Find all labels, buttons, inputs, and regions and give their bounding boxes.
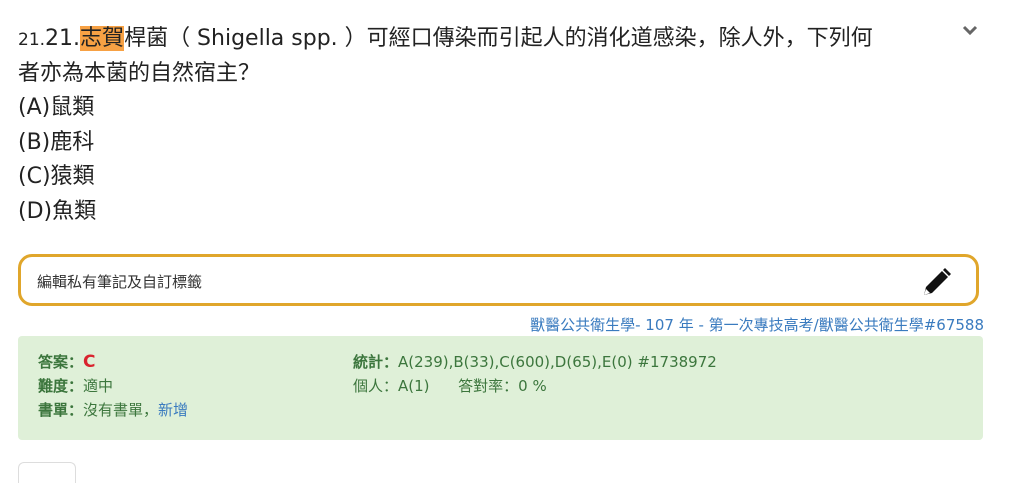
difficulty-label: 難度： [38,377,84,395]
difficulty-value: 適中 [83,377,114,395]
private-note-field[interactable]: 編輯私有筆記及自訂標籤 [18,254,979,306]
options-list: (A)鼠類 (B)鹿科 (C)猿類 (D)魚類 [18,91,968,229]
booklist-add-link[interactable]: 新增 [158,401,188,419]
answer-label: 答案： [38,353,84,371]
source-subject[interactable]: 獸醫公共衛生學 [530,316,635,334]
bottom-tab[interactable] [18,462,76,483]
rate-label: 答對率： [458,377,519,395]
chevron-down-icon[interactable] [962,22,978,41]
option-a[interactable]: (A)鼠類 [18,91,968,126]
source-exam[interactable]: 第一次專技高考/獸醫公共衛生學#67588 [709,316,984,334]
rate-value: 0 % [518,377,547,395]
question-number-small: 21. [18,30,46,50]
question-block: 21.21.志賀桿菌（ Shigella spp. ）可經口傳染而引起人的消化道… [18,22,968,229]
stats-right: 統計：A(239),B(33),C(600),D(65),E(0) #17389… [353,350,717,398]
option-d[interactable]: (D)魚類 [18,195,968,230]
note-placeholder: 編輯私有筆記及自訂標籤 [37,273,203,291]
pencil-icon[interactable] [918,265,954,301]
source-separator: - [635,316,646,334]
personal-label: 個人： [353,377,399,395]
stats-label: 統計： [353,353,399,371]
question-line-2: 者亦為本菌的自然宿主？ [18,61,261,86]
source-link[interactable]: 獸醫公共衛生學- 107 年 - 第一次專技高考/獸醫公共衛生學#67588 [530,314,984,335]
source-year[interactable]: 107 年 [645,316,693,334]
stats-left: 答案：C 難度：適中 書單：沒有書單，新增 [38,350,188,422]
booklist-value: 沒有書單， [83,401,159,419]
answer-value: C [83,352,96,372]
source-separator-2: - [693,316,709,334]
stats-panel: 答案：C 難度：適中 書單：沒有書單，新增 統計：A(239),B(33),C(… [18,336,983,440]
booklist-label: 書單： [38,401,84,419]
question-text: 桿菌（ Shigella spp. ）可經口傳染而引起人的消化道感染，除人外，下… [124,26,873,51]
stats-value: A(239),B(33),C(600),D(65),E(0) #1738972 [398,353,717,371]
question-line-1: 21.21.志賀桿菌（ Shigella spp. ）可經口傳染而引起人的消化道… [18,22,968,57]
question-number: 21. [45,26,81,51]
highlighted-text: 志賀 [80,26,125,51]
option-c[interactable]: (C)猿類 [18,160,968,195]
personal-value: A(1) [398,377,430,395]
option-b[interactable]: (B)鹿科 [18,126,968,161]
